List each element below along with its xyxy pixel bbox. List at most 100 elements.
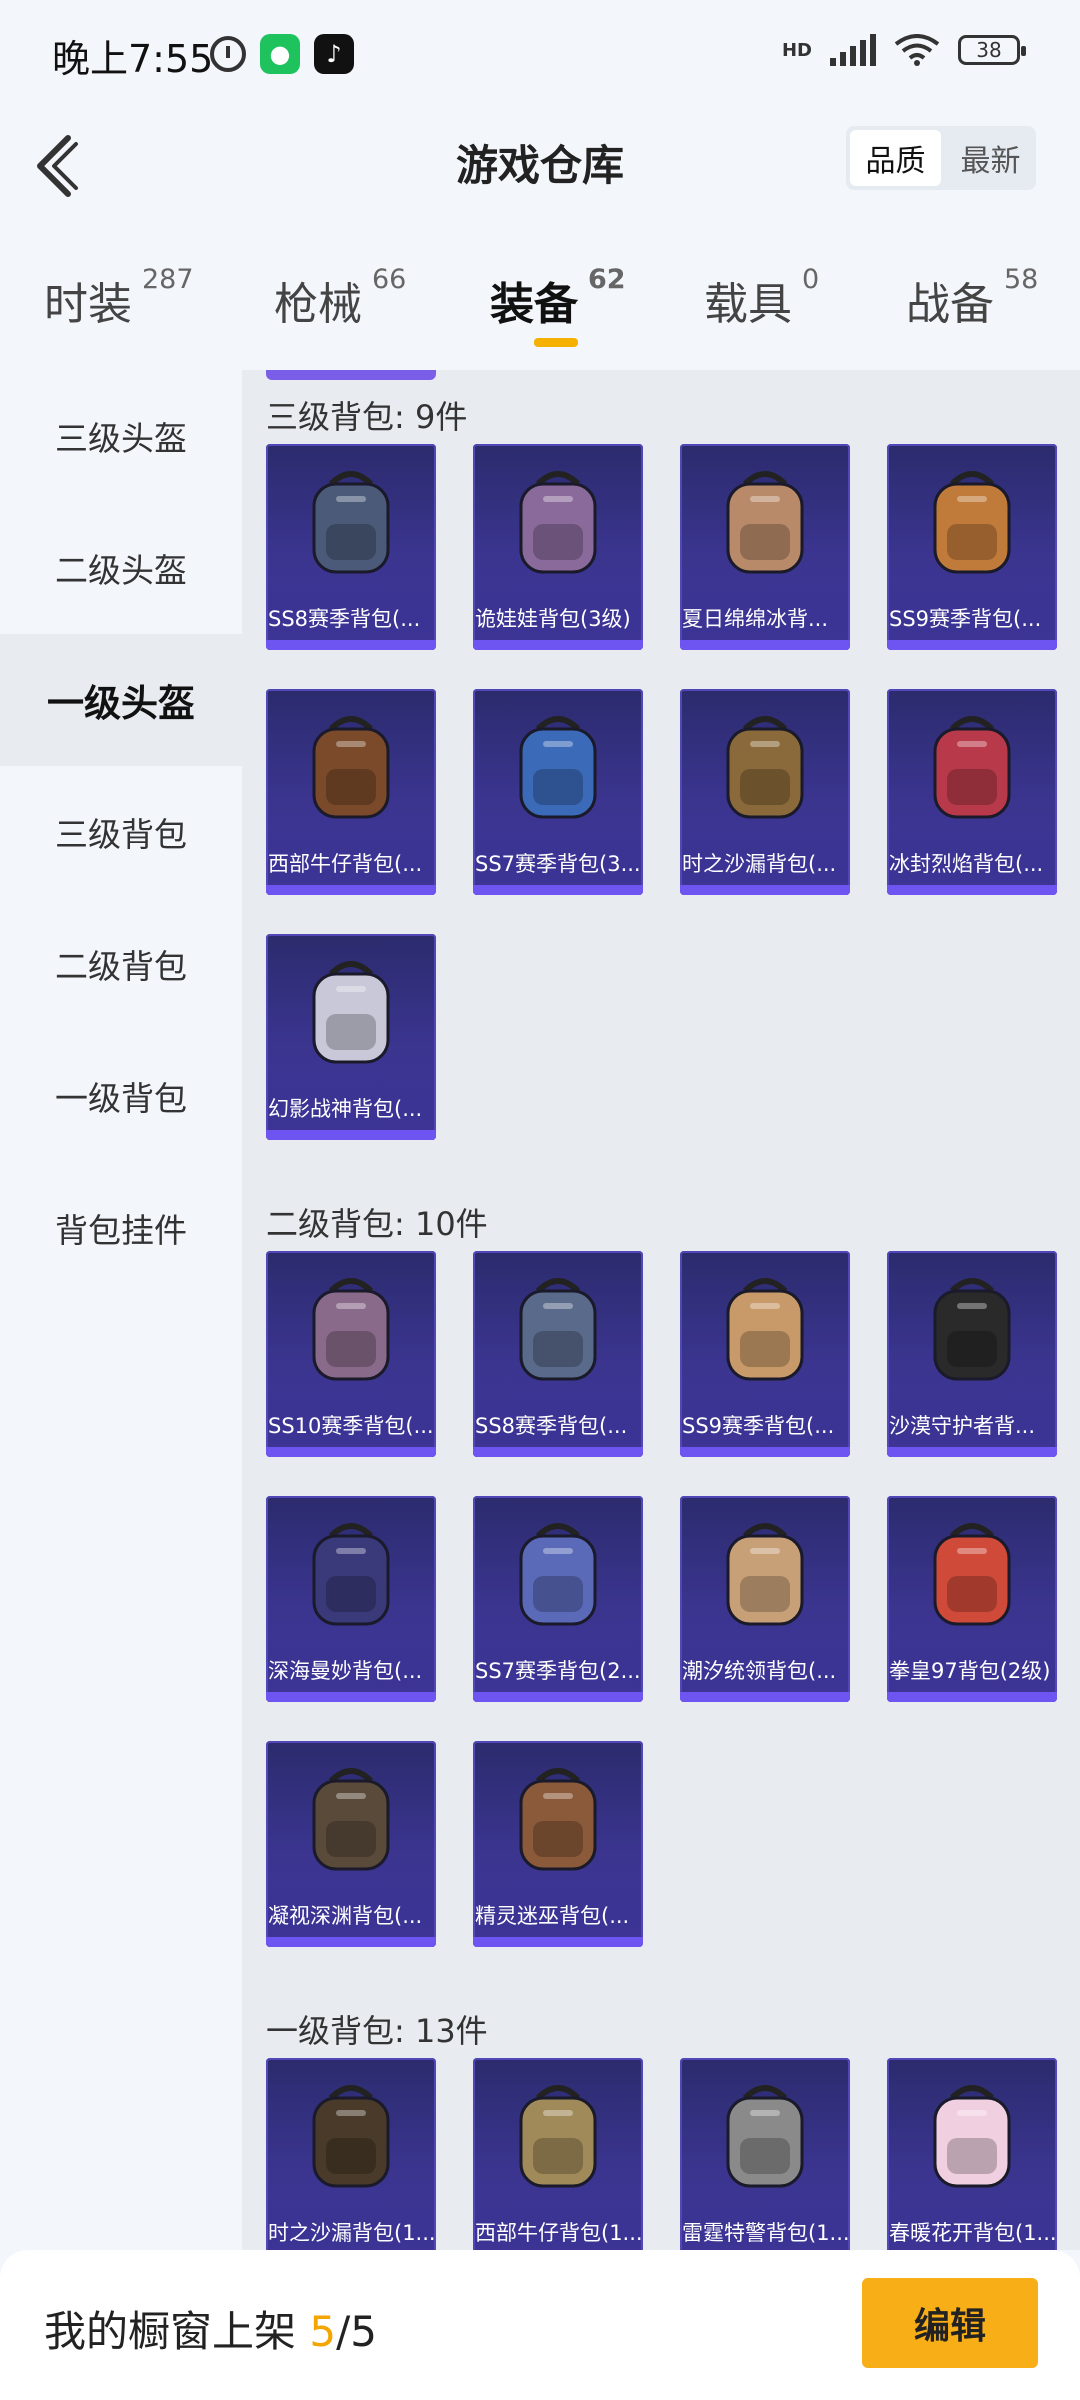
rarity-bar <box>473 640 643 650</box>
item-name: 潮汐统领背包(... <box>682 1659 837 1683</box>
item-card[interactable]: 西部牛仔背包(... <box>266 689 436 895</box>
tab-label: 时装 <box>44 279 132 330</box>
item-card[interactable]: SS8赛季背包(... <box>473 1251 643 1457</box>
item-name: 幻影战神背包(... <box>268 1097 423 1121</box>
item-card[interactable]: 凝视深渊背包(... <box>266 1741 436 1947</box>
backpack-icon <box>312 716 390 819</box>
item-card[interactable]: SS9赛季背包(... <box>887 444 1057 650</box>
sort-newest-button[interactable]: 最新 <box>945 126 1036 190</box>
item-card[interactable]: 时之沙漏背包(1... <box>266 2058 436 2250</box>
tab-firearms[interactable]: 枪械 66 <box>274 264 406 332</box>
sidebar-item-level3-helmet[interactable]: 三级头盔 <box>0 370 242 502</box>
section-title: 一级背包: 13件 <box>266 2012 488 2050</box>
sidebar-item-level2-helmet[interactable]: 二级头盔 <box>0 502 242 634</box>
active-tab-indicator <box>534 338 578 347</box>
alarm-icon <box>210 36 246 72</box>
wechat-icon: ● <box>260 34 300 74</box>
item-name: SS7赛季背包(2... <box>475 1659 641 1683</box>
item-name: SS7赛季背包(3... <box>475 852 641 876</box>
item-name: SS9赛季背包(... <box>682 1414 835 1438</box>
sidebar-item-level1-backpack[interactable]: 一级背包 <box>0 1030 242 1162</box>
rarity-bar <box>266 1447 436 1457</box>
sidebar: 三级头盔 二级头盔 一级头盔 三级背包 二级背包 一级背包 背包挂件 <box>0 370 242 2250</box>
tab-label: 装备 <box>490 279 578 330</box>
item-card[interactable]: 时之沙漏背包(... <box>680 689 850 895</box>
sidebar-item-level3-backpack[interactable]: 三级背包 <box>0 766 242 898</box>
item-card[interactable]: 幻影战神背包(... <box>266 934 436 1140</box>
item-name: SS8赛季背包(... <box>475 1414 628 1438</box>
tab-label: 枪械 <box>274 279 362 330</box>
tiktok-icon: ♪ <box>314 34 354 74</box>
rarity-bar <box>680 885 850 895</box>
status-time: 晚上7:55 <box>52 37 214 81</box>
tab-vehicles[interactable]: 载具 0 <box>704 264 819 332</box>
rarity-bar <box>680 640 850 650</box>
battery-icon: 38 <box>958 35 1026 65</box>
rarity-bar <box>266 640 436 650</box>
rarity-bar <box>887 1692 1057 1702</box>
backpack-icon <box>519 471 597 574</box>
showcase-title: 我的橱窗上架 <box>44 2307 297 2356</box>
rarity-bar <box>473 885 643 895</box>
item-card[interactable]: 潮汐统领背包(... <box>680 1496 850 1702</box>
item-card[interactable]: SS9赛季背包(... <box>680 1251 850 1457</box>
rarity-bar <box>473 1692 643 1702</box>
item-card[interactable]: 西部牛仔背包(1... <box>473 2058 643 2250</box>
rarity-bar <box>680 1447 850 1457</box>
backpack-icon <box>312 1523 390 1626</box>
item-card[interactable]: 拳皇97背包(2级) <box>887 1496 1057 1702</box>
item-card[interactable]: 夏日绵绵冰背... <box>680 444 850 650</box>
sidebar-item-level1-helmet[interactable]: 一级头盔 <box>0 634 242 766</box>
backpack-icon <box>519 1523 597 1626</box>
item-card[interactable]: 诡娃娃背包(3级) <box>473 444 643 650</box>
status-notification-icons: ● ♪ <box>210 34 354 74</box>
sort-quality-button[interactable]: 品质 <box>850 130 941 186</box>
item-card[interactable]: SS7赛季背包(2... <box>473 1496 643 1702</box>
rarity-bar <box>266 1692 436 1702</box>
sidebar-item-level2-backpack[interactable]: 二级背包 <box>0 898 242 1030</box>
category-tabs: 时装 287 枪械 66 装备 62 载具 0 战备 58 <box>0 250 1080 350</box>
item-card[interactable]: 雷霆特警背包(1... <box>680 2058 850 2250</box>
backpack-icon <box>312 2085 390 2188</box>
backpack-icon <box>519 716 597 819</box>
item-name: 时之沙漏背包(1... <box>268 2221 436 2245</box>
wifi-icon <box>894 34 940 66</box>
showcase-bar: 我的橱窗上架 5/5 编辑 <box>0 2250 1080 2400</box>
battery-level: 38 <box>976 38 1002 62</box>
tab-combat-gear[interactable]: 战备 58 <box>906 264 1038 332</box>
item-card[interactable]: SS8赛季背包(... <box>266 444 436 650</box>
item-name: 凝视深渊背包(... <box>268 1904 423 1928</box>
rarity-bar <box>887 640 1057 650</box>
rarity-bar <box>266 885 436 895</box>
item-card[interactable]: 深海曼妙背包(... <box>266 1496 436 1702</box>
item-card[interactable]: SS7赛季背包(3... <box>473 689 643 895</box>
backpack-icon <box>726 1278 804 1381</box>
rarity-bar <box>266 1937 436 1947</box>
item-card[interactable]: 冰封烈焰背包(... <box>887 689 1057 895</box>
tab-equipment[interactable]: 装备 62 <box>490 264 626 332</box>
backpack-icon <box>312 961 390 1064</box>
item-card[interactable]: SS10赛季背包(... <box>266 1251 436 1457</box>
backpack-icon <box>519 2085 597 2188</box>
backpack-icon <box>726 471 804 574</box>
item-name: 雷霆特警背包(1... <box>682 2221 850 2245</box>
backpack-icon <box>933 716 1011 819</box>
backpack-icon <box>726 2085 804 2188</box>
item-card[interactable]: 春暖花开背包(1... <box>887 2058 1057 2250</box>
item-grid: 三级背包: 9件 SS8赛季背包(... 诡娃娃背包(3级) 夏日绵绵冰背... SS9… <box>242 370 1080 2250</box>
backpack-icon <box>726 1523 804 1626</box>
edit-button[interactable]: 编辑 <box>862 2278 1038 2368</box>
item-name: SS8赛季背包(... <box>268 607 421 631</box>
hd-indicator: HD <box>781 39 812 61</box>
item-card[interactable]: 沙漠守护者背... <box>887 1251 1057 1457</box>
backpack-icon <box>312 1278 390 1381</box>
backpack-icon <box>519 1768 597 1871</box>
item-card[interactable]: 精灵迷巫背包(... <box>473 1741 643 1947</box>
sidebar-item-backpack-charm[interactable]: 背包挂件 <box>0 1162 242 1294</box>
section-title: 三级背包: 9件 <box>266 398 468 436</box>
item-name: 精灵迷巫背包(... <box>475 1904 630 1928</box>
rarity-bar <box>266 1130 436 1140</box>
showcase-count-current: 5 <box>309 2307 337 2356</box>
rarity-bar <box>473 1447 643 1457</box>
tab-fashion[interactable]: 时装 287 <box>44 264 194 332</box>
